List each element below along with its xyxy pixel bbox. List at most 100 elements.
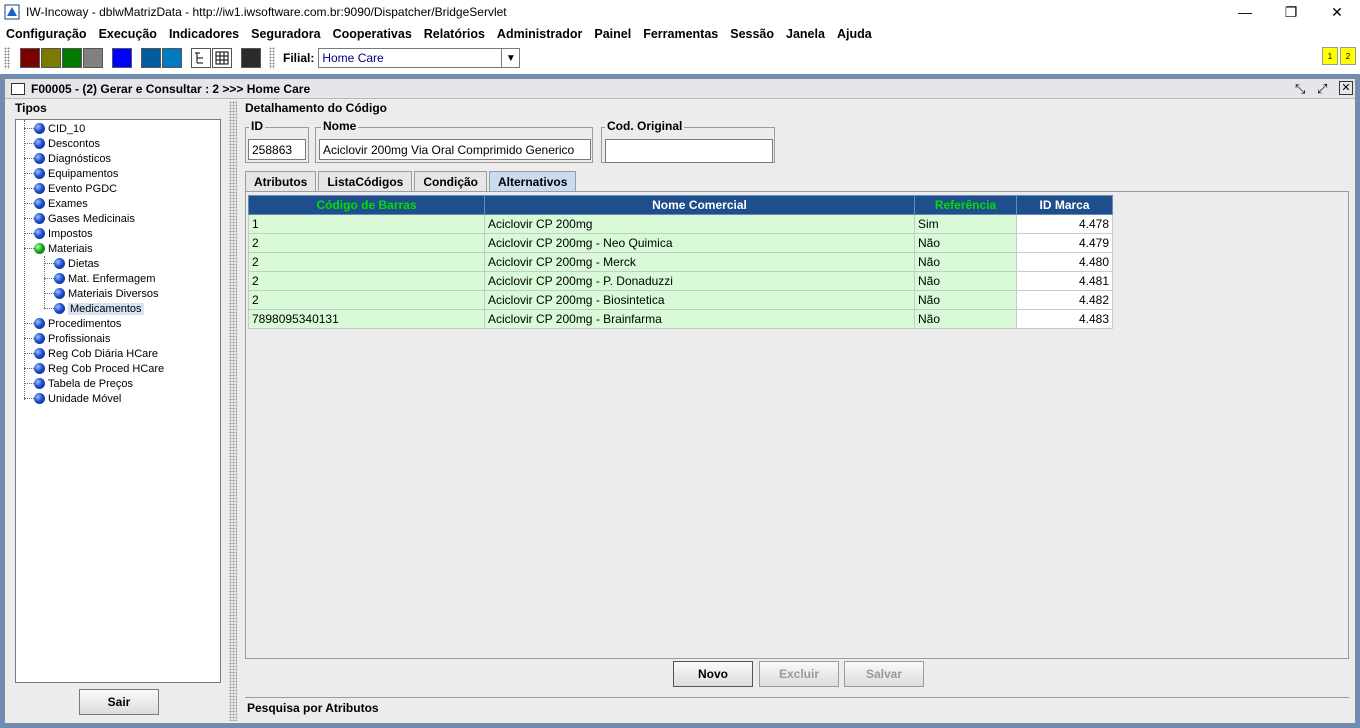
minimize-button[interactable]: — [1222,0,1268,24]
cell-referencia[interactable]: Não [914,252,1017,272]
menu-ferramentas[interactable]: Ferramentas [643,27,718,41]
novo-button[interactable]: Novo [673,661,753,687]
color-button-1[interactable] [20,48,40,68]
color-button-8[interactable] [241,48,261,68]
tab-atributos[interactable]: Atributos [245,171,317,191]
cell-referencia[interactable]: Não [914,271,1017,291]
tree-item-evento-pgdc[interactable]: Evento PGDC [34,181,117,196]
close-button[interactable]: ✕ [1314,0,1360,24]
cell-id-marca[interactable]: 4.481 [1016,271,1113,291]
menu-administrador[interactable]: Administrador [497,27,582,41]
tree-item-reg-cob-diaria[interactable]: Reg Cob Diária HCare [34,346,158,361]
chevron-down-icon[interactable]: ▼ [501,49,519,67]
cell-referencia[interactable]: Não [914,309,1017,329]
color-button-5[interactable] [112,48,132,68]
yellow-button-1[interactable]: 1 [1322,47,1338,65]
color-button-6[interactable] [141,48,161,68]
tab-alternativos[interactable]: Alternativos [489,171,577,191]
tree-item-profissionais[interactable]: Profissionais [34,331,110,346]
cell-codigo-barras[interactable]: 2 [248,290,485,310]
table-row[interactable]: 2 Aciclovir CP 200mg - P. Donaduzzi Não … [248,271,1113,291]
color-button-2[interactable] [41,48,61,68]
tree-item-reg-cob-proced[interactable]: Reg Cob Proced HCare [34,361,164,376]
menu-execucao[interactable]: Execução [99,27,157,41]
cell-id-marca[interactable]: 4.482 [1016,290,1113,310]
excluir-button[interactable]: Excluir [759,661,839,687]
yellow-button-2[interactable]: 2 [1340,47,1356,65]
tree-item-cid10[interactable]: CID_10 [34,121,85,136]
tree-view-icon[interactable] [191,48,211,68]
color-button-3[interactable] [62,48,82,68]
menu-ajuda[interactable]: Ajuda [837,27,872,41]
cell-nome-comercial[interactable]: Aciclovir CP 200mg - Neo Quimica [484,233,915,253]
menu-configuracao[interactable]: Configuração [6,27,87,41]
table-row[interactable]: 2 Aciclovir CP 200mg - Neo Quimica Não 4… [248,233,1113,253]
frame-maximize-icon[interactable]: ⤢ [1317,81,1327,97]
tree-item-materiais[interactable]: Materiais [34,241,93,256]
tree-item-exames[interactable]: Exames [34,196,88,211]
cell-nome-comercial[interactable]: Aciclovir CP 200mg - Biosintetica [484,290,915,310]
nome-input[interactable]: Aciclovir 200mg Via Oral Comprimido Gene… [319,139,591,160]
cell-codigo-barras[interactable]: 1 [248,214,485,234]
tree-item-procedimentos[interactable]: Procedimentos [34,316,121,331]
menu-relatorios[interactable]: Relatórios [424,27,485,41]
header-referencia[interactable]: Referência [914,195,1017,215]
tree-item-descontos[interactable]: Descontos [34,136,100,151]
cod-original-input[interactable] [605,139,773,163]
frame-close-icon[interactable]: ✕ [1339,81,1353,95]
tree-item-unidade-movel[interactable]: Unidade Móvel [34,391,121,406]
tree-item-gases-medicinais[interactable]: Gases Medicinais [34,211,135,226]
tree-item-dietas[interactable]: Dietas [54,256,99,271]
toolbar-grip[interactable] [4,47,10,69]
cell-codigo-barras[interactable]: 7898095340131 [248,309,485,329]
menu-sessao[interactable]: Sessão [730,27,774,41]
tree-item-medicamentos[interactable]: Medicamentos [54,301,144,316]
tree-item-impostos[interactable]: Impostos [34,226,93,241]
id-input[interactable]: 258863 [248,139,306,160]
salvar-button[interactable]: Salvar [844,661,924,687]
toolbar-grip-2[interactable] [269,47,275,69]
pesquisa-atributos-bar[interactable]: Pesquisa por Atributos [245,697,1349,717]
cell-codigo-barras[interactable]: 2 [248,271,485,291]
tab-listacodigos[interactable]: ListaCódigos [318,171,413,191]
cell-id-marca[interactable]: 4.480 [1016,252,1113,272]
tab-condicao[interactable]: Condição [414,171,488,191]
cell-referencia[interactable]: Sim [914,214,1017,234]
cell-id-marca[interactable]: 4.483 [1016,309,1113,329]
menu-indicadores[interactable]: Indicadores [169,27,239,41]
filial-select[interactable]: Home Care ▼ [318,48,521,68]
cell-id-marca[interactable]: 4.478 [1016,214,1113,234]
cell-codigo-barras[interactable]: 2 [248,252,485,272]
menu-janela[interactable]: Janela [786,27,825,41]
cell-referencia[interactable]: Não [914,290,1017,310]
panel-splitter[interactable] [229,101,237,721]
table-row[interactable]: 7898095340131 Aciclovir CP 200mg - Brain… [248,309,1113,329]
cell-nome-comercial[interactable]: Aciclovir CP 200mg - Merck [484,252,915,272]
cell-nome-comercial[interactable]: Aciclovir CP 200mg - Brainfarma [484,309,915,329]
sair-button[interactable]: Sair [79,689,159,715]
cell-codigo-barras[interactable]: 2 [248,233,485,253]
cell-nome-comercial[interactable]: Aciclovir CP 200mg - P. Donaduzzi [484,271,915,291]
menu-cooperativas[interactable]: Cooperativas [333,27,412,41]
table-row[interactable]: 2 Aciclovir CP 200mg - Biosintetica Não … [248,290,1113,310]
tree-item-equipamentos[interactable]: Equipamentos [34,166,118,181]
grid-view-icon[interactable] [212,48,232,68]
header-id-marca[interactable]: ID Marca [1016,195,1113,215]
header-nome-comercial[interactable]: Nome Comercial [484,195,915,215]
header-codigo-barras[interactable]: Código de Barras [248,195,485,215]
table-row[interactable]: 2 Aciclovir CP 200mg - Merck Não 4.480 [248,252,1113,272]
cell-nome-comercial[interactable]: Aciclovir CP 200mg [484,214,915,234]
tree-item-materiais-diversos[interactable]: Materiais Diversos [54,286,158,301]
restore-button[interactable]: ❐ [1268,0,1314,24]
table-row[interactable]: 1 Aciclovir CP 200mg Sim 4.478 [248,214,1113,234]
cell-referencia[interactable]: Não [914,233,1017,253]
tree-item-tabela-precos[interactable]: Tabela de Preços [34,376,133,391]
menu-seguradora[interactable]: Seguradora [251,27,320,41]
color-button-7[interactable] [162,48,182,68]
frame-minimize-icon[interactable]: ⤡ [1295,81,1305,97]
tree-item-mat-enfermagem[interactable]: Mat. Enfermagem [54,271,155,286]
color-button-4[interactable] [83,48,103,68]
menu-painel[interactable]: Painel [594,27,631,41]
tree-item-diagnosticos[interactable]: Diagnósticos [34,151,111,166]
cell-id-marca[interactable]: 4.479 [1016,233,1113,253]
